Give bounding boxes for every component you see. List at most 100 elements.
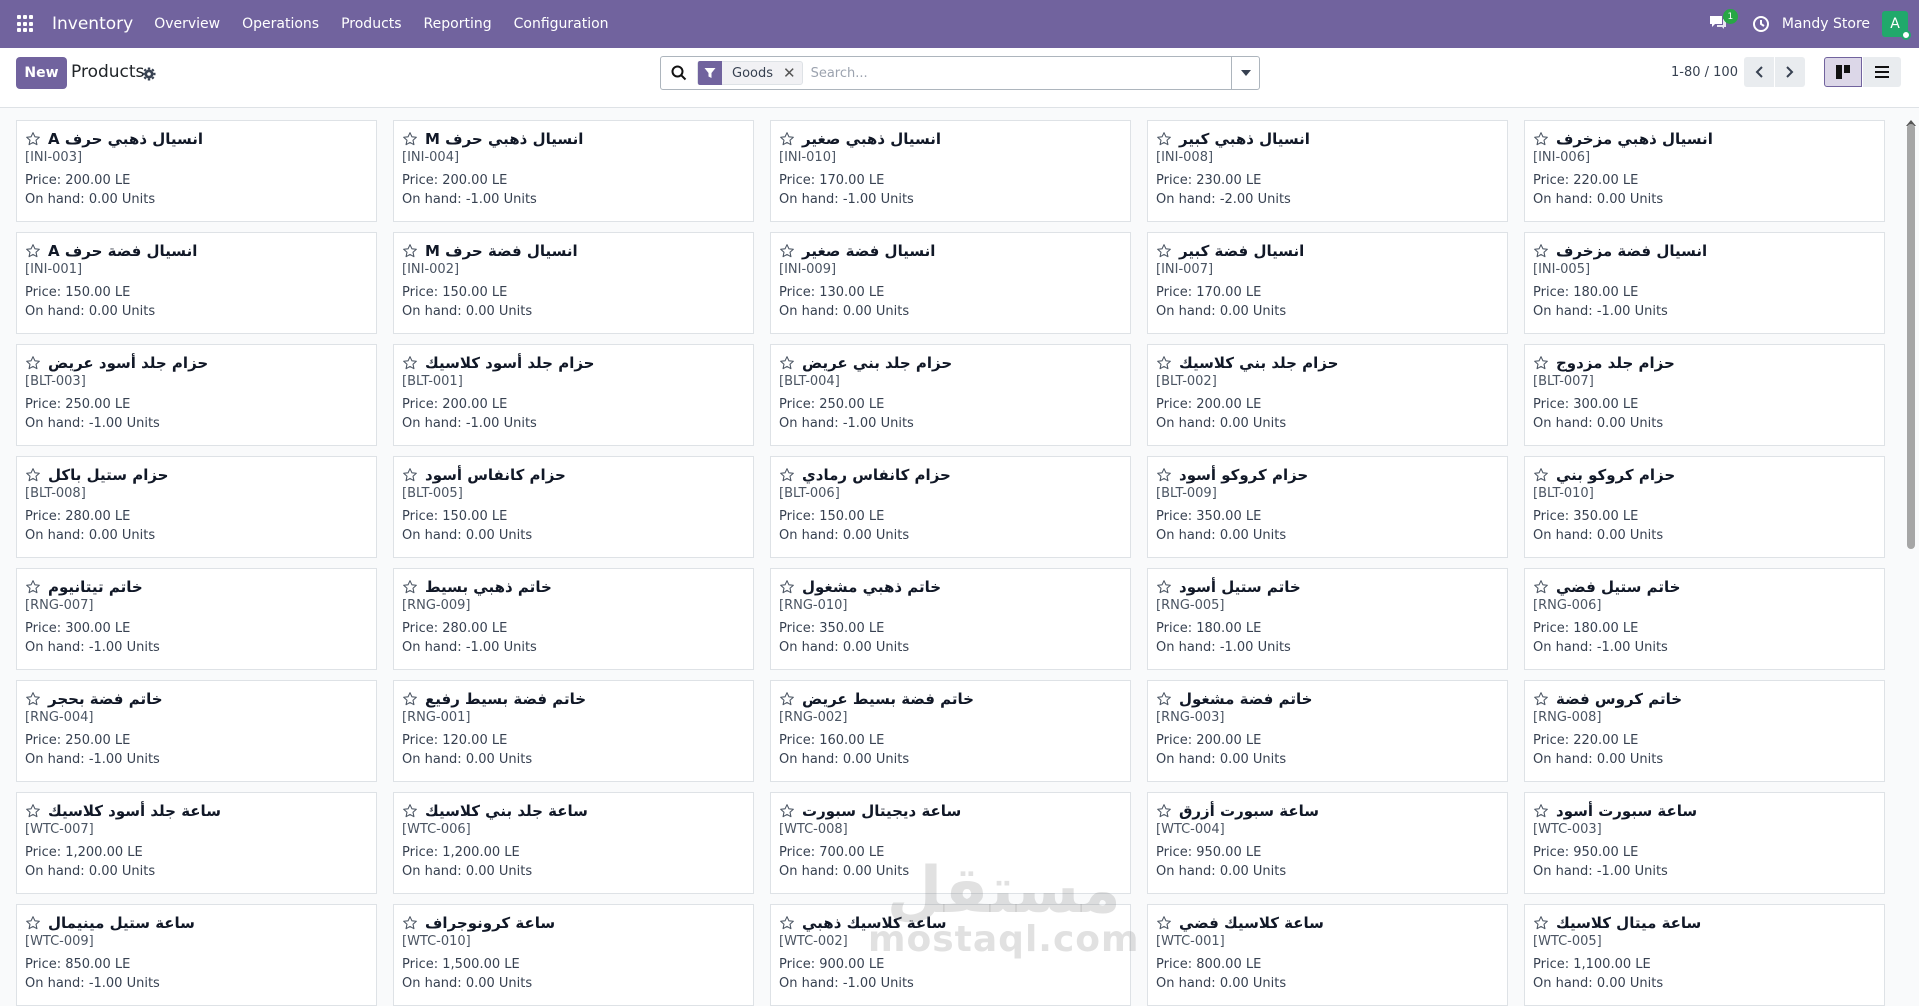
star-icon[interactable] xyxy=(1533,803,1549,819)
star-icon[interactable] xyxy=(25,915,41,931)
star-icon[interactable] xyxy=(779,803,795,819)
product-card[interactable]: ساعة سبورت أسود [WTC-003] Price: 950.00 LE… xyxy=(1524,792,1885,894)
product-card[interactable]: خاتم كروس فضة [RNG-008] Price: 220.00 LE On… xyxy=(1524,680,1885,782)
star-icon[interactable] xyxy=(402,243,418,259)
scrollbar[interactable] xyxy=(1905,112,1917,989)
product-card[interactable]: خاتم تيتانيوم [RNG-007] Price: 300.00 LE On… xyxy=(16,568,377,670)
product-card[interactable]: ساعة جلد أسود كلاسيك [WTC-007] Price: 1,20… xyxy=(16,792,377,894)
product-card[interactable]: خاتم فضة بسيط رفيع [RNG-001] Price: 120.00… xyxy=(393,680,754,782)
product-card[interactable]: حزام كروكو أسود [BLT-009] Price: 350.00 LE… xyxy=(1147,456,1508,558)
star-icon[interactable] xyxy=(1156,131,1172,147)
product-card[interactable]: حزام جلد مزدوج [BLT-007] Price: 300.00 LE O… xyxy=(1524,344,1885,446)
menu-operations[interactable]: Operations xyxy=(231,16,330,32)
star-icon[interactable] xyxy=(779,467,795,483)
star-icon[interactable] xyxy=(1533,467,1549,483)
star-icon[interactable] xyxy=(1533,691,1549,707)
star-icon[interactable] xyxy=(402,915,418,931)
star-icon[interactable] xyxy=(1156,803,1172,819)
product-card[interactable]: انسيال فضة كبير [INI-007] Price: 170.00 LE… xyxy=(1147,232,1508,334)
product-card[interactable]: حزام كانفاس أسود [BLT-005] Price: 150.00 L… xyxy=(393,456,754,558)
product-card[interactable]: انسيال ذهبي حرف A [INI-003] Price: 200.00 … xyxy=(16,120,377,222)
star-icon[interactable] xyxy=(25,467,41,483)
product-card[interactable]: خاتم ذهبي مشغول [RNG-010] Price: 350.00 LE… xyxy=(770,568,1131,670)
star-icon[interactable] xyxy=(779,131,795,147)
product-card[interactable]: ساعة كرونوجراف [WTC-010] Price: 1,500.00 L… xyxy=(393,904,754,1006)
star-icon[interactable] xyxy=(779,915,795,931)
star-icon[interactable] xyxy=(25,691,41,707)
chevron-right-icon[interactable] xyxy=(1775,57,1805,87)
star-icon[interactable] xyxy=(25,131,41,147)
app-brand[interactable]: Inventory xyxy=(52,14,133,34)
chat-icon[interactable]: 1 xyxy=(1708,9,1738,34)
star-icon[interactable] xyxy=(1156,467,1172,483)
star-icon[interactable] xyxy=(402,467,418,483)
menu-products[interactable]: Products xyxy=(330,16,412,32)
product-card[interactable]: ساعة ميتال كلاسيك [WTC-005] Price: 1,100.0… xyxy=(1524,904,1885,1006)
product-card[interactable]: حزام جلد بني عريض [BLT-004] Price: 250.00 … xyxy=(770,344,1131,446)
product-card[interactable]: ساعة جلد بني كلاسيك [WTC-006] Price: 1,200… xyxy=(393,792,754,894)
star-icon[interactable] xyxy=(25,243,41,259)
product-card[interactable]: خاتم ستيل فضي [RNG-006] Price: 180.00 LE On… xyxy=(1524,568,1885,670)
product-card[interactable]: ساعة سبورت أزرق [WTC-004] Price: 950.00 LE… xyxy=(1147,792,1508,894)
menu-configuration[interactable]: Configuration xyxy=(503,16,620,32)
product-card[interactable]: انسيال فضة حرف A [INI-001] Price: 150.00 L… xyxy=(16,232,377,334)
star-icon[interactable] xyxy=(779,579,795,595)
star-icon[interactable] xyxy=(402,131,418,147)
star-icon[interactable] xyxy=(779,691,795,707)
avatar[interactable]: A xyxy=(1882,11,1911,40)
search-input[interactable] xyxy=(810,59,1231,87)
product-card[interactable]: حزام جلد أسود كلاسيك [BLT-001] Price: 200.… xyxy=(393,344,754,446)
product-card[interactable]: انسيال فضة حرف M [INI-002] Price: 150.00 L… xyxy=(393,232,754,334)
star-icon[interactable] xyxy=(25,355,41,371)
gear-icon[interactable] xyxy=(142,66,156,81)
clock-icon[interactable] xyxy=(1752,15,1770,33)
chevron-left-icon[interactable] xyxy=(1744,57,1774,87)
star-icon[interactable] xyxy=(402,355,418,371)
product-card[interactable]: خاتم ستيل أسود [RNG-005] Price: 180.00 LE O… xyxy=(1147,568,1508,670)
apps-grid-icon[interactable] xyxy=(17,15,35,33)
product-card[interactable]: حزام جلد بني كلاسيك [BLT-002] Price: 200.0… xyxy=(1147,344,1508,446)
menu-overview[interactable]: Overview xyxy=(143,16,231,32)
kanban-view-icon[interactable] xyxy=(1824,57,1862,87)
list-view-icon[interactable] xyxy=(1863,57,1901,87)
product-card[interactable]: انسيال فضة مزخرف [INI-005] Price: 180.00 L… xyxy=(1524,232,1885,334)
scroll-up-arrow[interactable] xyxy=(1906,112,1916,126)
close-icon[interactable]: ✕ xyxy=(783,64,802,82)
product-card[interactable]: انسيال ذهبي صغير [INI-010] Price: 170.00 L… xyxy=(770,120,1131,222)
star-icon[interactable] xyxy=(779,355,795,371)
star-icon[interactable] xyxy=(1533,915,1549,931)
star-icon[interactable] xyxy=(402,803,418,819)
product-card[interactable]: انسيال فضة صغير [INI-009] Price: 130.00 LE… xyxy=(770,232,1131,334)
product-card[interactable]: خاتم فضة بسيط عريض [RNG-002] Price: 160.00… xyxy=(770,680,1131,782)
search-icon[interactable] xyxy=(671,65,687,81)
star-icon[interactable] xyxy=(1156,355,1172,371)
company-switcher[interactable]: Mandy Store xyxy=(1782,16,1870,32)
star-icon[interactable] xyxy=(1156,579,1172,595)
product-card[interactable]: خاتم ذهبي بسيط [RNG-009] Price: 280.00 LE O… xyxy=(393,568,754,670)
product-card[interactable]: انسيال ذهبي مزخرف [INI-006] Price: 220.00 … xyxy=(1524,120,1885,222)
product-card[interactable]: ساعة ديجيتال سبورت [WTC-008] Price: 700.00… xyxy=(770,792,1131,894)
product-card[interactable]: ساعة ستيل مينيمال [WTC-009] Price: 850.00 … xyxy=(16,904,377,1006)
new-button[interactable]: New xyxy=(16,57,67,89)
star-icon[interactable] xyxy=(1533,579,1549,595)
product-card[interactable]: حزام ستيل باكل [BLT-008] Price: 280.00 LE O… xyxy=(16,456,377,558)
star-icon[interactable] xyxy=(25,579,41,595)
caret-down-icon[interactable] xyxy=(1231,57,1259,89)
pager-value[interactable]: 1-80 / 100 xyxy=(1671,65,1738,80)
star-icon[interactable] xyxy=(1156,243,1172,259)
product-card[interactable]: حزام كانفاس رمادي [BLT-006] Price: 150.00 … xyxy=(770,456,1131,558)
star-icon[interactable] xyxy=(1533,355,1549,371)
product-card[interactable]: حزام جلد أسود عريض [BLT-003] Price: 250.00… xyxy=(16,344,377,446)
product-card[interactable]: خاتم فضة بحجر [RNG-004] Price: 250.00 LE On… xyxy=(16,680,377,782)
star-icon[interactable] xyxy=(1533,131,1549,147)
product-card[interactable]: انسيال ذهبي كبير [INI-008] Price: 230.00 L… xyxy=(1147,120,1508,222)
star-icon[interactable] xyxy=(402,579,418,595)
product-card[interactable]: ساعة كلاسيك فضي [WTC-001] Price: 800.00 LE… xyxy=(1147,904,1508,1006)
star-icon[interactable] xyxy=(1156,915,1172,931)
star-icon[interactable] xyxy=(1156,691,1172,707)
product-card[interactable]: حزام كروكو بني [BLT-010] Price: 350.00 LE O… xyxy=(1524,456,1885,558)
scroll-thumb[interactable] xyxy=(1907,124,1915,549)
star-icon[interactable] xyxy=(1533,243,1549,259)
product-card[interactable]: ساعة كلاسيك ذهبي [WTC-002] Price: 900.00 L… xyxy=(770,904,1131,1006)
star-icon[interactable] xyxy=(402,691,418,707)
